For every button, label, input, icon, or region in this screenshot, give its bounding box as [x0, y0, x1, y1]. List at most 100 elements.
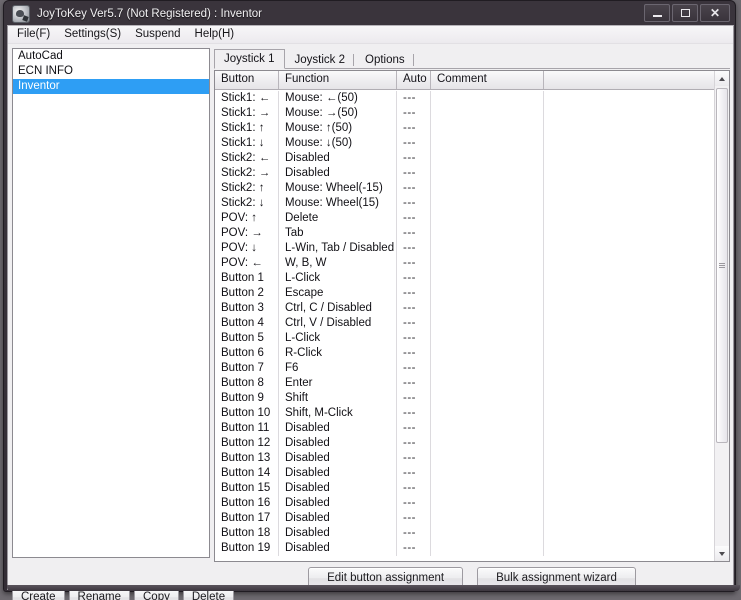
table-row[interactable]: Button 1 L-Click --- [215, 271, 714, 286]
cell-function: Mouse: Wheel(15) [279, 196, 397, 211]
cell-function: R-Click [279, 346, 397, 361]
cell-auto: --- [397, 541, 431, 556]
table-row[interactable]: Button 11 Disabled --- [215, 421, 714, 436]
cell-auto: --- [397, 331, 431, 346]
table-row[interactable]: Button 2 Escape --- [215, 286, 714, 301]
cell-filler [544, 511, 714, 526]
column-header-comment[interactable]: Comment [431, 71, 544, 89]
table-row[interactable]: Button 12 Disabled --- [215, 436, 714, 451]
cell-function: Disabled [279, 526, 397, 541]
cell-filler [544, 496, 714, 511]
cell-auto: --- [397, 436, 431, 451]
cell-filler [544, 391, 714, 406]
tab-joystick-1[interactable]: Joystick 1 [214, 49, 285, 69]
cell-auto: --- [397, 391, 431, 406]
table-row[interactable]: Button 10 Shift, M-Click --- [215, 406, 714, 421]
table-row[interactable]: Stick2: ↑ Mouse: Wheel(-15) --- [215, 181, 714, 196]
table-row[interactable]: Button 7 F6 --- [215, 361, 714, 376]
cell-comment [431, 361, 544, 376]
menu-item-suspend[interactable]: Suspend [128, 27, 187, 42]
menu-item-help[interactable]: Help(H) [188, 27, 242, 42]
table-row[interactable]: Button 16 Disabled --- [215, 496, 714, 511]
cell-auto: --- [397, 226, 431, 241]
profile-list[interactable]: AutoCad ECN INFO Inventor [12, 48, 210, 558]
column-header-button[interactable]: Button [215, 71, 279, 89]
table-row[interactable]: Button 15 Disabled --- [215, 481, 714, 496]
cell-button: POV: → [215, 226, 279, 241]
scroll-down-icon[interactable] [715, 546, 729, 561]
cell-auto: --- [397, 316, 431, 331]
table-row[interactable]: Button 3 Ctrl, C / Disabled --- [215, 301, 714, 316]
table-row[interactable]: Button 6 R-Click --- [215, 346, 714, 361]
table-row[interactable]: Stick2: ↓ Mouse: Wheel(15) --- [215, 196, 714, 211]
table-row[interactable]: POV: ↓ L-Win, Tab / Disabled --- [215, 241, 714, 256]
tab-options[interactable]: Options [355, 50, 415, 69]
cell-filler [544, 436, 714, 451]
table-row[interactable]: Button 9 Shift --- [215, 391, 714, 406]
cell-auto: --- [397, 271, 431, 286]
cell-comment [431, 91, 544, 106]
cell-comment [431, 181, 544, 196]
cell-function: W, B, W [279, 256, 397, 271]
table-row[interactable]: Button 4 Ctrl, V / Disabled --- [215, 316, 714, 331]
table-row[interactable]: Button 5 L-Click --- [215, 331, 714, 346]
cell-auto: --- [397, 91, 431, 106]
table-row[interactable]: Button 13 Disabled --- [215, 451, 714, 466]
table-row[interactable]: Button 14 Disabled --- [215, 466, 714, 481]
cell-function: L-Click [279, 271, 397, 286]
cell-button: Button 8 [215, 376, 279, 391]
table-row[interactable]: Button 8 Enter --- [215, 376, 714, 391]
table-row[interactable]: Button 19 Disabled --- [215, 541, 714, 556]
cell-button: Button 19 [215, 541, 279, 556]
table-row[interactable]: Stick1: ↓ Mouse: ↓(50) --- [215, 136, 714, 151]
profile-item-ecn-info[interactable]: ECN INFO [13, 64, 209, 79]
scrollbar-thumb[interactable] [716, 88, 728, 443]
table-row[interactable]: Stick2: → Disabled --- [215, 166, 714, 181]
column-header-auto[interactable]: Auto [397, 71, 431, 89]
cell-button: Stick2: ← [215, 151, 279, 166]
table-row[interactable]: POV: ← W, B, W --- [215, 256, 714, 271]
menu-item-file[interactable]: File(F) [10, 27, 57, 42]
column-header-filler [544, 71, 729, 89]
table-scrollbar[interactable] [714, 71, 729, 561]
cell-button: Button 9 [215, 391, 279, 406]
cell-auto: --- [397, 301, 431, 316]
close-button[interactable]: ✕ [700, 4, 730, 22]
cell-comment [431, 106, 544, 121]
cell-button: Button 14 [215, 466, 279, 481]
maximize-icon [680, 9, 690, 17]
table-row[interactable]: Stick1: ← Mouse: ←(50) --- [215, 91, 714, 106]
tab-joystick-2[interactable]: Joystick 2 [285, 50, 356, 69]
joytokey-window: JoyToKey Ver5.7 (Not Registered) : Inven… [0, 0, 741, 600]
cell-auto: --- [397, 211, 431, 226]
profile-item-inventor[interactable]: Inventor [13, 79, 209, 94]
menu-item-settings[interactable]: Settings(S) [57, 27, 128, 42]
maximize-button[interactable] [672, 4, 698, 22]
cell-auto: --- [397, 466, 431, 481]
cell-button: POV: ↓ [215, 241, 279, 256]
profile-item-autocad[interactable]: AutoCad [13, 49, 209, 64]
table-row[interactable]: POV: → Tab --- [215, 226, 714, 241]
cell-button: Stick2: ↓ [215, 196, 279, 211]
minimize-button[interactable] [644, 4, 670, 22]
cell-comment [431, 451, 544, 466]
cell-comment [431, 541, 544, 556]
column-header-function[interactable]: Function [279, 71, 397, 89]
table-row[interactable]: Stick1: → Mouse: →(50) --- [215, 106, 714, 121]
cell-auto: --- [397, 286, 431, 301]
table-row[interactable]: Stick1: ↑ Mouse: ↑(50) --- [215, 121, 714, 136]
cell-button: Button 3 [215, 301, 279, 316]
table-row[interactable]: Stick2: ← Disabled --- [215, 151, 714, 166]
table-row[interactable]: Button 17 Disabled --- [215, 511, 714, 526]
scroll-up-icon[interactable] [715, 71, 729, 86]
cell-auto: --- [397, 256, 431, 271]
cell-comment [431, 136, 544, 151]
cell-filler [544, 136, 714, 151]
cell-button: POV: ← [215, 256, 279, 271]
cell-button: Stick1: ↓ [215, 136, 279, 151]
table-row[interactable]: POV: ↑ Delete --- [215, 211, 714, 226]
cell-auto: --- [397, 106, 431, 121]
cell-button: Button 13 [215, 451, 279, 466]
cell-button: Button 12 [215, 436, 279, 451]
table-row[interactable]: Button 18 Disabled --- [215, 526, 714, 541]
